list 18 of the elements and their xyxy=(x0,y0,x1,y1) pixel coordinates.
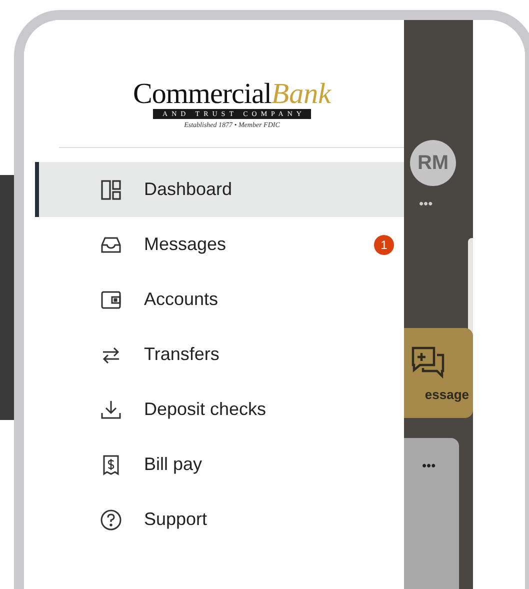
chat-plus-icon xyxy=(410,344,446,380)
menu-item[interactable]: Dashboard xyxy=(35,162,404,217)
menu-item[interactable]: Accounts xyxy=(35,272,404,327)
more-options: ••• xyxy=(419,196,433,211)
logo-accent-text: Bank xyxy=(271,80,331,109)
dashboard-icon xyxy=(100,178,122,200)
more-options: ••• xyxy=(422,458,436,473)
unread-count: 1 xyxy=(374,234,394,254)
wallet-icon xyxy=(100,288,122,310)
help-icon xyxy=(100,508,122,530)
menu-item[interactable]: Messages 1 xyxy=(35,217,404,272)
menu-item[interactable]: Deposit checks xyxy=(35,382,404,437)
download-icon xyxy=(100,398,122,420)
avatar-initials: RM xyxy=(410,140,456,186)
menu-item[interactable]: Bill pay xyxy=(35,437,404,492)
menu-item[interactable]: Support xyxy=(35,492,404,547)
logo-wordmark: Commercial xyxy=(133,80,272,109)
menu-item[interactable]: Transfers xyxy=(35,327,404,382)
